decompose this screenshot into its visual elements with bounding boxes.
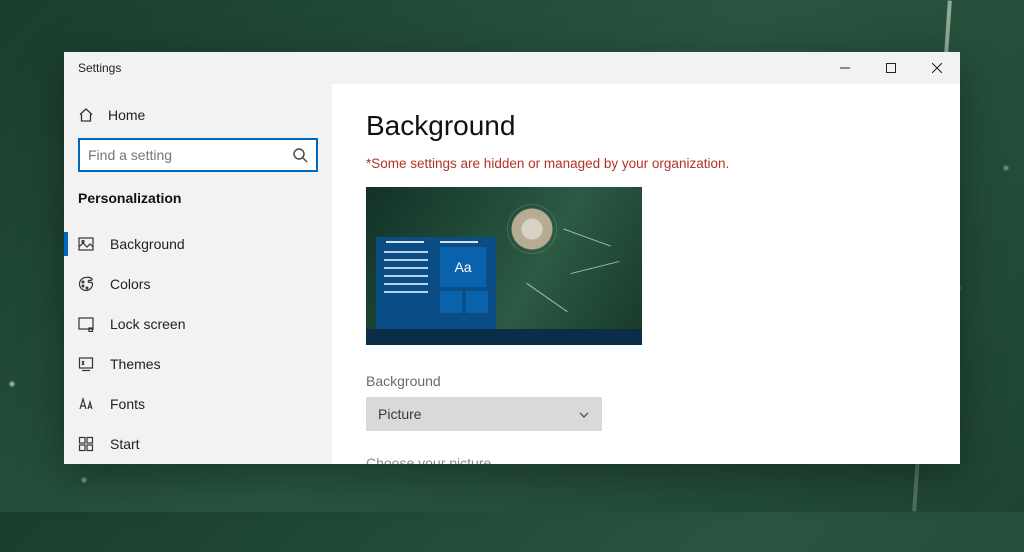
search-wrap	[78, 138, 318, 172]
window-title: Settings	[78, 61, 121, 75]
choose-picture-label: Choose your picture	[366, 455, 960, 464]
desktop-preview: Aa	[366, 187, 642, 345]
sidebar-item-themes[interactable]: Themes	[64, 344, 332, 384]
lock-screen-icon	[78, 316, 94, 332]
content-pane: Background *Some settings are hidden or …	[332, 84, 960, 464]
sidebar-item-fonts[interactable]: Fonts	[64, 384, 332, 424]
background-field-label: Background	[366, 373, 960, 389]
sidebar-category: Personalization	[64, 188, 332, 224]
home-icon	[78, 107, 94, 123]
sidebar-item-label: Themes	[110, 356, 161, 372]
sidebar-item-label: Fonts	[110, 396, 145, 412]
search-icon	[292, 147, 308, 163]
start-icon	[78, 436, 94, 452]
settings-window: Settings Home	[64, 52, 960, 464]
sidebar-item-background[interactable]: Background	[64, 224, 332, 264]
chevron-down-icon	[578, 408, 590, 420]
background-dropdown-value: Picture	[378, 406, 422, 422]
minimize-button[interactable]	[822, 52, 868, 84]
window-controls	[822, 52, 960, 84]
sidebar-item-lock-screen[interactable]: Lock screen	[64, 304, 332, 344]
sidebar-nav: Background Colors Lock screen	[64, 224, 332, 464]
managed-warning: *Some settings are hidden or managed by …	[366, 156, 960, 171]
sidebar-item-label: Background	[110, 236, 185, 252]
background-dropdown[interactable]: Picture	[366, 397, 602, 431]
sidebar-item-label: Colors	[110, 276, 150, 292]
sidebar-item-start[interactable]: Start	[64, 424, 332, 464]
preview-sample-tile: Aa	[440, 247, 486, 287]
maximize-button[interactable]	[868, 52, 914, 84]
sidebar: Home Personalization Background	[64, 84, 332, 464]
sidebar-item-colors[interactable]: Colors	[64, 264, 332, 304]
palette-icon	[78, 276, 94, 292]
themes-icon	[78, 356, 94, 372]
picture-icon	[78, 236, 94, 252]
sidebar-item-label: Start	[110, 436, 140, 452]
sidebar-item-label: Lock screen	[110, 316, 185, 332]
fonts-icon	[78, 396, 94, 412]
page-title: Background	[366, 110, 960, 142]
nav-home[interactable]: Home	[64, 98, 332, 132]
titlebar: Settings	[64, 52, 960, 84]
search-input[interactable]	[78, 138, 318, 172]
nav-home-label: Home	[108, 107, 145, 123]
close-button[interactable]	[914, 52, 960, 84]
